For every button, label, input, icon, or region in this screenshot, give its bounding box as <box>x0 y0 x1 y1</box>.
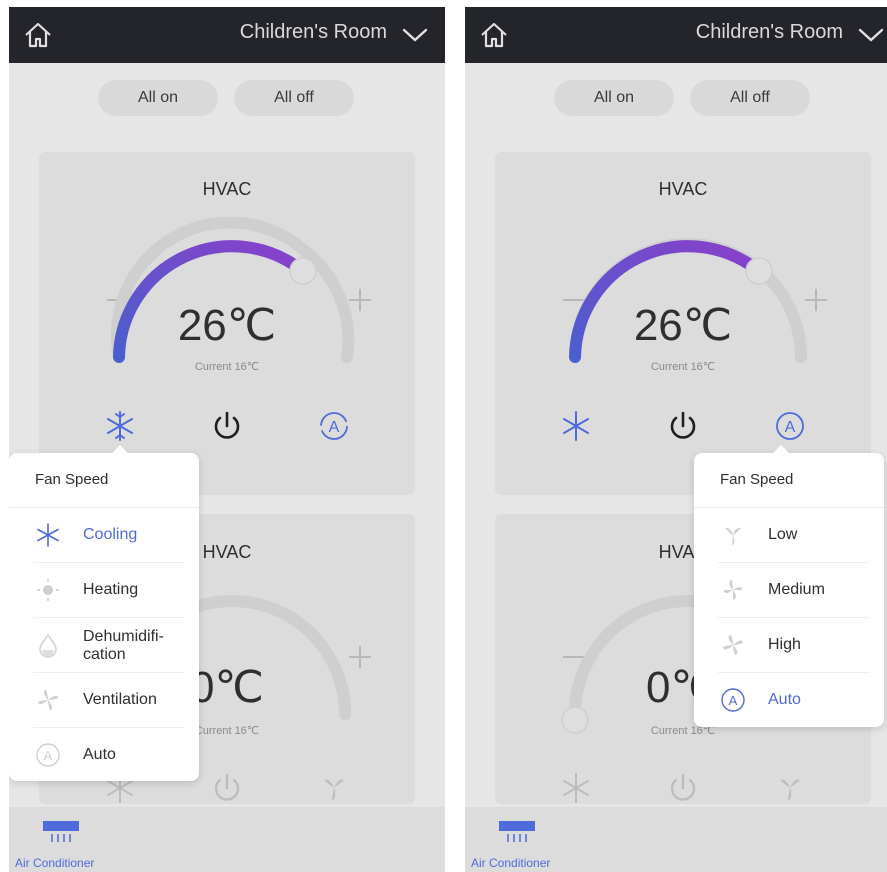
snowflake-icon[interactable] <box>558 408 594 444</box>
droplet-icon <box>39 633 57 658</box>
option-label-line: Dehumidifi- <box>83 628 164 645</box>
nav-label[interactable]: Air Conditioner <box>15 856 94 870</box>
top-bar: Children's Room <box>465 7 887 63</box>
svg-text:A: A <box>44 748 53 763</box>
target-temperature: 26℃ <box>633 301 733 350</box>
mode-option-cooling[interactable]: Cooling <box>23 508 185 563</box>
option-label-line: cation <box>83 646 126 663</box>
bottom-nav: Air Conditioner <box>465 807 887 872</box>
sun-icon <box>37 579 59 601</box>
mode-option-heating[interactable]: Heating <box>23 563 185 618</box>
target-temperature: 26℃ <box>177 301 277 350</box>
top-bar: Children's Room <box>9 7 445 63</box>
option-label: Auto <box>83 746 116 763</box>
room-title[interactable]: Children's Room <box>696 21 843 44</box>
current-temperature: Current 16℃ <box>194 361 260 373</box>
room-title[interactable]: Children's Room <box>240 21 387 44</box>
option-label: High <box>768 636 801 653</box>
svg-text:A: A <box>329 419 340 436</box>
option-label: Low <box>768 526 798 543</box>
nav-label[interactable]: Air Conditioner <box>471 856 550 870</box>
popup-arrow <box>772 445 790 454</box>
svg-text:A: A <box>729 693 738 708</box>
hvac-card: HVAC 26℃ Current 16℃ A <box>495 152 871 495</box>
air-conditioner-icon[interactable] <box>42 820 80 844</box>
popup-title: Fan Speed <box>35 471 109 488</box>
all-on-button[interactable]: All on <box>98 80 218 116</box>
chevron-down-icon[interactable] <box>401 25 429 45</box>
fan-icon[interactable] <box>772 770 808 806</box>
fan-low-icon <box>725 527 741 545</box>
option-label: Medium <box>768 581 825 598</box>
bottom-nav: Air Conditioner <box>9 807 445 872</box>
auto-icon: A <box>721 688 745 712</box>
air-conditioner-icon[interactable] <box>498 820 536 844</box>
fan-speed-popup: Fan Speed Low Medium High A Auto <box>694 445 884 728</box>
power-icon[interactable] <box>665 770 701 806</box>
fan-icon[interactable] <box>316 770 352 806</box>
snowflake-icon <box>37 523 59 547</box>
power-icon[interactable] <box>209 408 245 444</box>
phone-screen-right: Children's Room All on All off HVAC 26℃ … <box>465 7 887 872</box>
option-label: Ventilation <box>83 691 157 708</box>
fan-option-auto[interactable]: A Auto <box>708 673 870 728</box>
popup-arrow <box>111 445 129 454</box>
fan-medium-icon <box>724 580 742 600</box>
auto-icon[interactable]: A <box>316 408 352 444</box>
all-off-button[interactable]: All off <box>234 80 354 116</box>
setpoint-knob[interactable] <box>745 257 773 285</box>
option-label: Dehumidifi-cation <box>83 628 183 664</box>
home-icon[interactable] <box>23 20 53 50</box>
mode-option-ventilation[interactable]: Ventilation <box>23 673 185 728</box>
auto-icon: A <box>36 743 60 767</box>
device-title: HVAC <box>202 179 252 199</box>
mode-popup: Fan Speed Cooling Heating Dehumidifi- ca… <box>9 445 199 783</box>
hvac-card: HVAC 26℃ Current 16℃ A <box>39 152 415 495</box>
fan-option-high[interactable]: High <box>708 618 870 673</box>
mode-option-dehumidification[interactable]: Dehumidifi-cation <box>23 618 185 673</box>
snowflake-icon[interactable] <box>558 770 594 806</box>
power-icon[interactable] <box>665 408 701 444</box>
svg-text:A: A <box>785 419 796 436</box>
current-temperature: Current 16℃ <box>650 361 716 373</box>
mode-option-auto[interactable]: A Auto <box>23 728 185 783</box>
setpoint-knob[interactable] <box>289 257 317 285</box>
snowflake-icon[interactable] <box>102 408 138 444</box>
chevron-down-icon[interactable] <box>857 25 885 45</box>
fan-option-medium[interactable]: Medium <box>708 563 870 618</box>
home-icon[interactable] <box>479 20 509 50</box>
popup-title: Fan Speed <box>720 471 794 488</box>
option-label: Cooling <box>83 526 138 543</box>
all-on-button[interactable]: All on <box>554 80 674 116</box>
fan-option-low[interactable]: Low <box>708 508 870 563</box>
fan-icon <box>38 690 58 710</box>
auto-icon[interactable]: A <box>772 408 808 444</box>
option-label: Heating <box>83 581 139 598</box>
all-off-button[interactable]: All off <box>690 80 810 116</box>
option-label: Auto <box>768 691 801 708</box>
power-icon[interactable] <box>209 770 245 806</box>
fan-high-icon <box>723 635 743 655</box>
device-title: HVAC <box>658 179 708 199</box>
phone-screen-left: Children's Room All on All off HVAC 26℃ … <box>9 7 445 872</box>
